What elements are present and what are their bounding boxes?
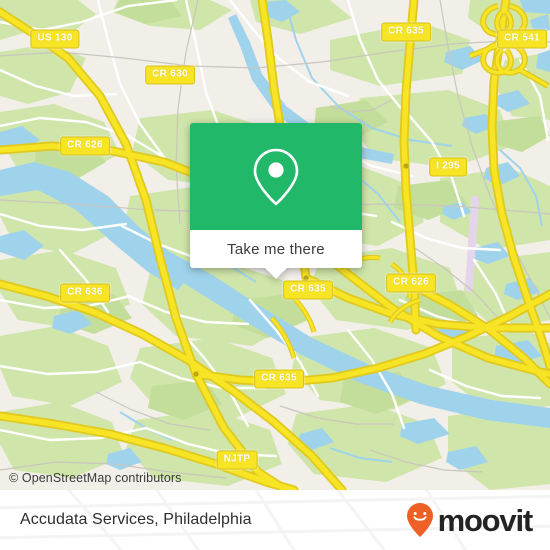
callout-marker-panel (190, 123, 362, 230)
footer-bar: Accudata Services, Philadelphia moovit (0, 490, 550, 550)
moovit-wordmark: moovit (437, 502, 534, 538)
road-shield-cr-541: CR 541 (497, 29, 547, 49)
road-shield-i-295: I 295 (429, 157, 467, 177)
osm-attribution[interactable]: © OpenStreetMap contributors (9, 471, 182, 485)
road-shield-cr-636: CR 636 (60, 283, 110, 303)
moovit-smiley-pin-icon (406, 503, 433, 537)
road-shield-cr-635-c: CR 635 (283, 280, 333, 300)
moovit-map-card: US 130 CR 630 CR 635 CR 541 CR 626 I 295… (0, 0, 550, 550)
road-shield-cr-626-w: CR 626 (60, 136, 110, 156)
callout-pointer (265, 268, 287, 279)
moovit-brand[interactable]: moovit (405, 502, 534, 538)
road-shield-njtp: NJTP (216, 450, 258, 470)
location-callout: Take me there (190, 123, 362, 279)
road-shield-cr-635-s: CR 635 (254, 369, 304, 389)
take-me-there-label: Take me there (227, 240, 325, 258)
map-pin-icon (253, 148, 299, 205)
road-shield-cr-630: CR 630 (145, 65, 195, 85)
road-shield-cr-626-e: CR 626 (386, 273, 436, 293)
road-shield-cr-635-n: CR 635 (381, 22, 431, 42)
place-title: Accudata Services, Philadelphia (20, 511, 252, 528)
map-canvas[interactable]: US 130 CR 630 CR 635 CR 541 CR 626 I 295… (0, 0, 550, 490)
take-me-there-button[interactable]: Take me there (190, 230, 362, 268)
road-shield-us-130: US 130 (30, 29, 80, 49)
